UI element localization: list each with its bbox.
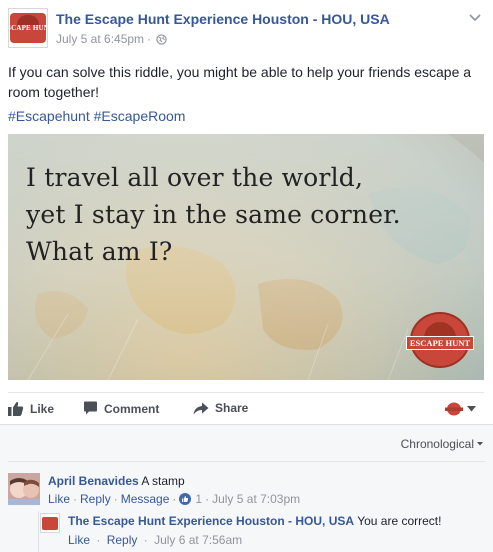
comment-label: Comment [104, 401, 160, 416]
comment-reply-link[interactable]: Reply [80, 491, 111, 507]
caret-down-icon [477, 442, 483, 446]
reply-actions: Like · Reply · July 6 at 7:56am [68, 532, 242, 548]
comment-text: A stamp [141, 474, 185, 488]
caret-down-icon [467, 406, 476, 412]
separator: · [205, 492, 210, 506]
meta-separator: · [147, 32, 152, 46]
globe-icon[interactable] [156, 33, 167, 45]
thumbs-up-icon [8, 401, 24, 416]
separator: · [143, 533, 148, 547]
comment-sort-dropdown[interactable]: Chronological [401, 437, 483, 451]
reply-body: The Escape Hunt Experience Houston - HOU… [68, 513, 441, 529]
post-timestamp[interactable]: July 5 at 6:45pm [56, 32, 144, 46]
like-label: Like [30, 401, 55, 416]
riddle-text: I travel all over the world, yet I stay … [26, 159, 401, 270]
hashtags: #Escapehunt #EscapeRoom [8, 107, 185, 125]
user-photo [8, 473, 40, 505]
share-arrow-icon [193, 402, 209, 414]
page-name-link[interactable]: The Escape Hunt Experience Houston - HOU… [56, 11, 390, 27]
reply-thread-line [38, 511, 39, 552]
separator: · [113, 492, 118, 506]
comment-message-link[interactable]: Message [121, 491, 170, 507]
comment-like-link[interactable]: Like [48, 491, 70, 507]
post-text: If you can solve this riddle, you might … [8, 64, 472, 100]
comment-actions: Like · Reply · Message · 1 · July 5 at 7… [48, 491, 300, 507]
like-button[interactable]: Like [8, 401, 54, 416]
post-options-chevron-icon[interactable] [467, 10, 483, 26]
like-reaction-icon [179, 493, 192, 505]
separator: · [172, 492, 177, 506]
comment-body: April Benavides A stamp [48, 473, 185, 489]
separator: · [73, 492, 78, 506]
escape-hunt-watermark-logo: ESCAPE HUNT [406, 312, 474, 374]
logo-banner: ESCAPE HUNT [406, 336, 474, 350]
escape-hunt-logo: ESCAPE HUNT [9, 13, 47, 43]
commenter-avatar[interactable] [8, 473, 40, 505]
comment-icon [84, 401, 97, 415]
post-as-selector[interactable] [445, 402, 476, 416]
riddle-line: What am I? [26, 237, 173, 266]
reply-timestamp[interactable]: July 6 at 7:56am [154, 533, 242, 547]
reply-like-link[interactable]: Like [68, 533, 90, 547]
riddle-line: I travel all over the world, [26, 163, 364, 192]
page-avatar[interactable]: ESCAPE HUNT [8, 8, 48, 48]
post-image[interactable]: I travel all over the world, yet I stay … [8, 134, 484, 380]
post-header: ESCAPE HUNT The Escape Hunt Experience H… [8, 8, 485, 48]
separator: · [96, 533, 101, 547]
reply-text: You are correct! [357, 514, 442, 528]
share-label: Share [215, 401, 249, 415]
divider [8, 461, 485, 462]
sort-label: Chronological [400, 437, 474, 451]
escape-hunt-logo-small [42, 516, 58, 530]
hashtag-escaperoom[interactable]: #EscapeRoom [94, 108, 186, 124]
post-actions-bar: Like Comment Share [8, 392, 484, 422]
share-button[interactable]: Share [193, 401, 248, 415]
hashtag-escapehunt[interactable]: #Escapehunt [8, 108, 90, 124]
riddle-line: yet I stay in the same corner. [26, 200, 401, 229]
reply-author-link[interactable]: The Escape Hunt Experience Houston - HOU… [68, 514, 354, 528]
comment-timestamp[interactable]: July 5 at 7:03pm [212, 491, 300, 507]
comments-section: Chronological April Benavides A stamp Li… [0, 424, 493, 552]
reply-page-avatar[interactable] [40, 513, 60, 533]
post-meta: July 5 at 6:45pm · [56, 32, 167, 46]
page-avatar-small-icon [445, 402, 463, 416]
comment-button[interactable]: Comment [83, 401, 159, 416]
reply-reply-link[interactable]: Reply [107, 533, 138, 547]
comment-like-count[interactable]: 1 [179, 491, 202, 507]
comment-author-link[interactable]: April Benavides [48, 474, 139, 488]
